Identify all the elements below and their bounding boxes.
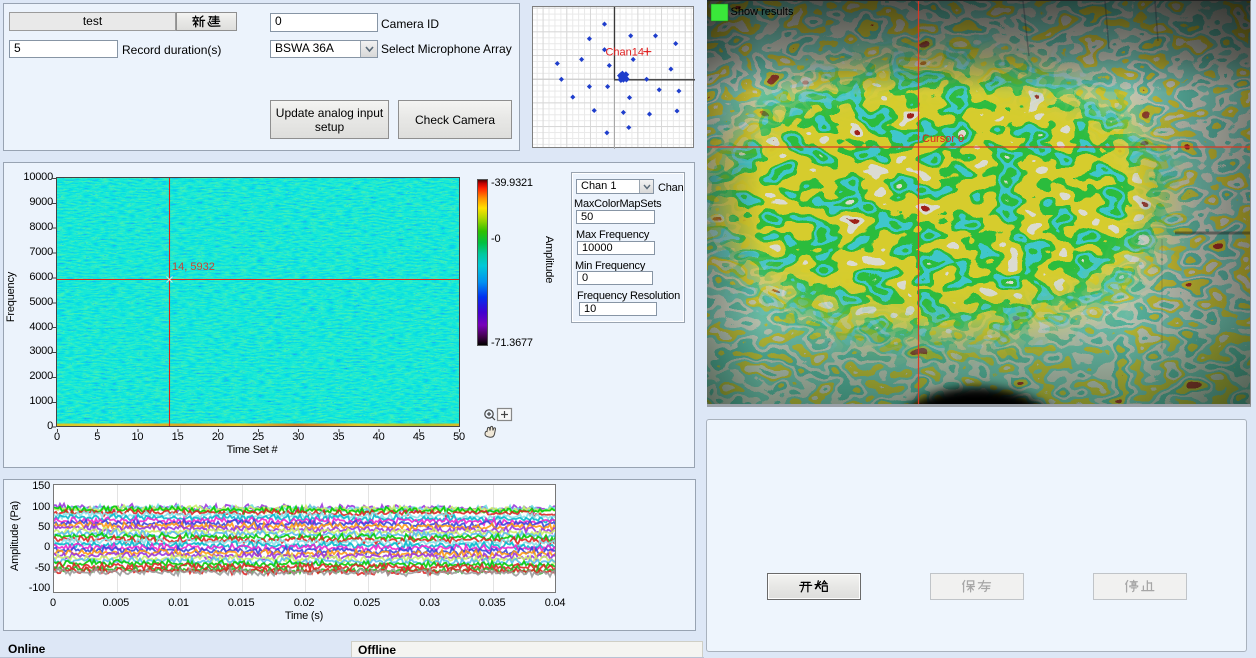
svg-text:Cursor 0: Cursor 0 (922, 133, 964, 145)
svg-text:Chan14: Chan14 (605, 46, 644, 58)
svg-text:14, 5932: 14, 5932 (172, 261, 215, 273)
svg-text:Show results: Show results (731, 6, 794, 18)
